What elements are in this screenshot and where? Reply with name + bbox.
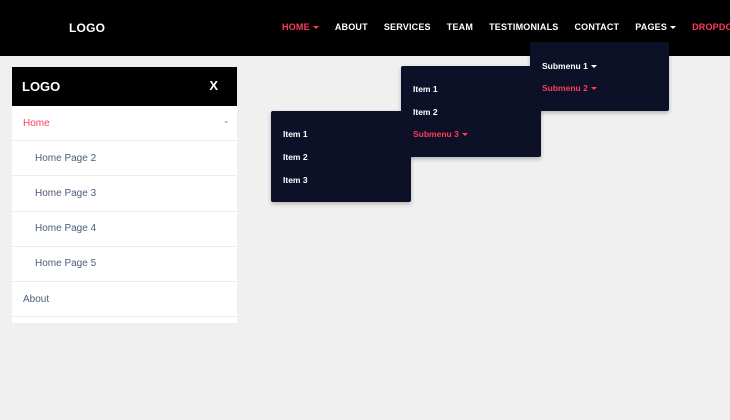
chevron-down-icon: [312, 25, 319, 29]
dropdown-item-label: Item 1: [283, 129, 308, 139]
dropdown-item-item-2[interactable]: Item 2: [413, 107, 438, 117]
nav-item-pages[interactable]: PAGES: [635, 22, 677, 32]
sidebar-item-about[interactable]: About: [12, 282, 237, 318]
chevron-down-icon: [590, 64, 597, 68]
sidebar-item-label: Home Page 2: [35, 152, 97, 164]
dropdown-item-label: Submenu 3: [413, 129, 459, 139]
nav-menu: HOME ABOUT SERVICES TEAM TESTIMONIALS CO…: [282, 22, 730, 32]
dropdown-item-label: Item 1: [413, 84, 438, 94]
nav-item-testimonials-label: TESTIMONIALS: [489, 22, 559, 32]
dropdown-item-submenu-3[interactable]: Submenu 3: [413, 129, 468, 139]
nav-item-about-label: ABOUT: [334, 22, 368, 32]
dropdown-item-label: Item 2: [413, 107, 438, 117]
sidebar-item-label: About: [23, 293, 50, 305]
dropdown-item-item-1[interactable]: Item 1: [413, 84, 438, 94]
dropdown-item-item-2[interactable]: Item 2: [283, 152, 308, 162]
dropdown-item-submenu-1[interactable]: Submenu 1: [542, 61, 597, 71]
mobile-sidebar-menu: LOGO X Home - Home Page 2 Home Page 3 Ho…: [12, 67, 237, 323]
sidebar-item-home[interactable]: Home -: [12, 106, 237, 142]
nav-item-team[interactable]: TEAM: [447, 22, 473, 32]
nav-item-home-label: HOME: [282, 22, 310, 32]
dropdown-item-item-3[interactable]: Item 3: [283, 175, 308, 185]
dropdown-item-item-1[interactable]: Item 1: [283, 129, 308, 139]
chevron-down-icon: [590, 86, 597, 90]
nav-item-contact-label: CONTACT: [574, 22, 620, 32]
sidebar-item-label: Home Page 5: [35, 258, 97, 270]
nav-item-about[interactable]: ABOUT: [335, 22, 368, 32]
chevron-down-icon: [461, 132, 468, 136]
sidebar-item-home-page-5[interactable]: Home Page 5: [12, 247, 237, 282]
sidebar-item-home-page-2[interactable]: Home Page 2: [12, 141, 237, 177]
nav-item-team-label: TEAM: [446, 22, 474, 32]
sidebar-item-home-page-3[interactable]: Home Page 3: [12, 176, 237, 212]
dropdown-item-label: Item 2: [283, 152, 308, 162]
nav-item-services-label: SERVICES: [383, 22, 431, 32]
dropdown-menu-level-3: Item 1 Item 2 Item 3: [271, 111, 411, 202]
dropdown-menu-level-2: Item 1 Item 2 Submenu 3: [401, 66, 541, 157]
sidebar-logo[interactable]: LOGO: [22, 79, 60, 94]
nav-logo[interactable]: LOGO: [69, 21, 105, 35]
nav-item-services[interactable]: SERVICES: [384, 22, 431, 32]
nav-item-dropdown[interactable]: DROPDOWN: [692, 22, 730, 32]
chevron-down-icon: [670, 25, 677, 29]
dropdown-item-label: Item 3: [283, 175, 308, 185]
nav-item-contact[interactable]: CONTACT: [574, 22, 619, 32]
sidebar-item-label: Home: [23, 117, 50, 129]
close-button[interactable]: X: [209, 78, 218, 93]
dropdown-menu-level-1: Submenu 1 Submenu 2: [530, 42, 669, 111]
sidebar-item-label: Home Page 4: [35, 223, 97, 235]
nav-item-dropdown-label: DROPDOWN: [692, 22, 730, 32]
nav-item-testimonials[interactable]: TESTIMONIALS: [489, 22, 558, 32]
nav-item-home[interactable]: HOME: [282, 22, 319, 32]
sidebar-item-label: Home Page 3: [35, 187, 97, 199]
collapse-toggle-icon[interactable]: -: [224, 116, 228, 128]
dropdown-item-label: Submenu 1: [542, 61, 588, 71]
nav-item-pages-label: PAGES: [635, 22, 668, 32]
dropdown-item-submenu-2[interactable]: Submenu 2: [542, 83, 597, 93]
sidebar-item-home-page-4[interactable]: Home Page 4: [12, 212, 237, 247]
dropdown-item-label: Submenu 2: [542, 83, 588, 93]
sidebar-header: LOGO X: [12, 67, 237, 106]
